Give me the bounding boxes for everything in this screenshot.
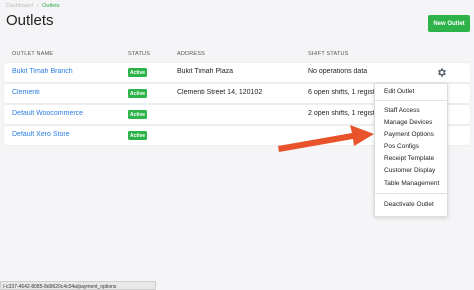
- annotation-arrow-icon: [278, 125, 374, 152]
- status-bar-url: /-c337-4642-8085-8d9620c4c04a/payment_op…: [0, 281, 156, 290]
